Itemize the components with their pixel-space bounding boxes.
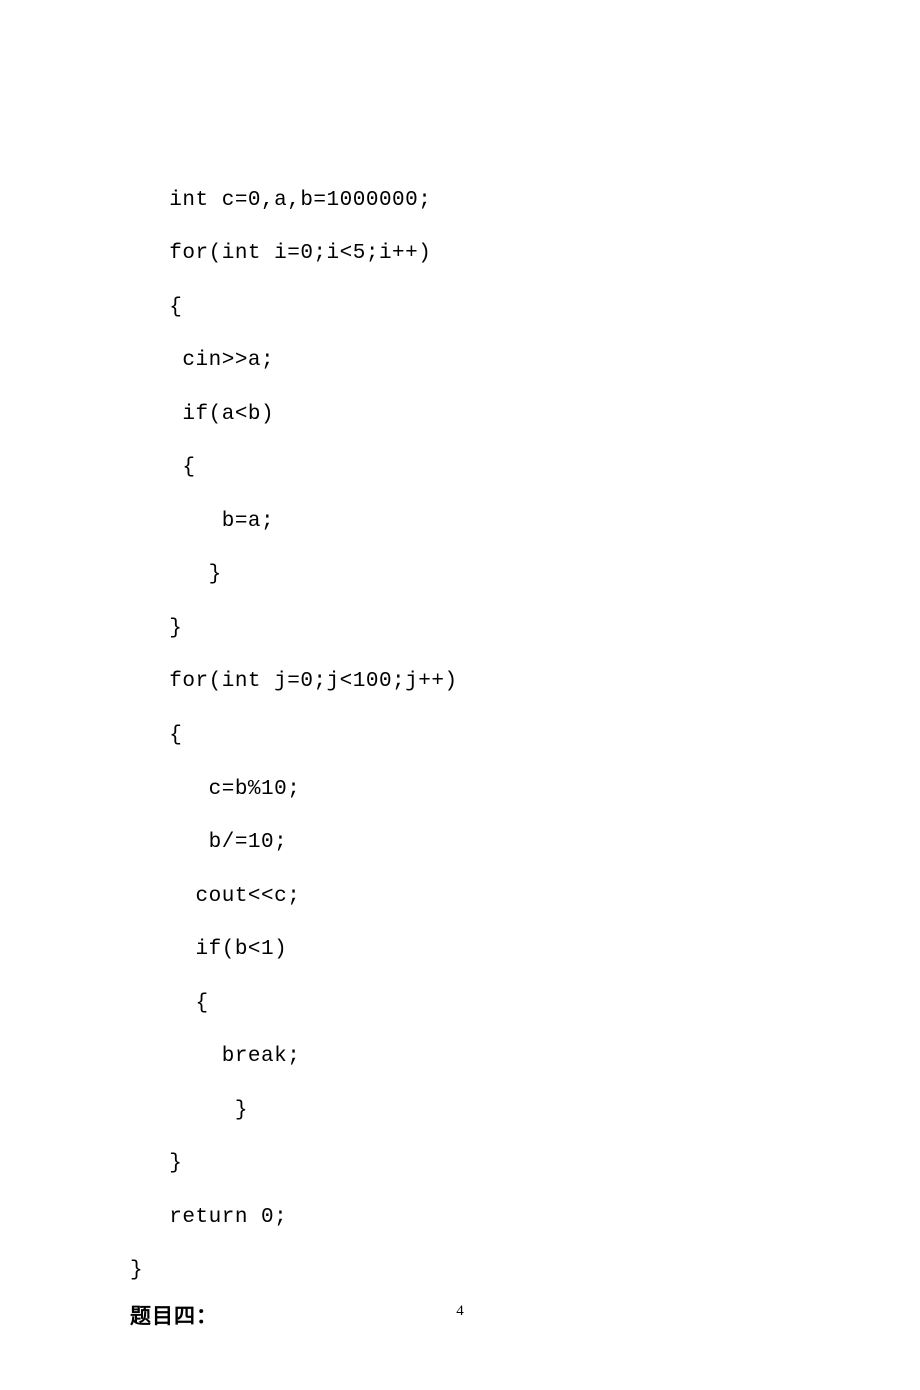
code-line: break; bbox=[130, 1045, 300, 1068]
code-line: if(b<1) bbox=[130, 938, 287, 961]
code-line: if(a<b) bbox=[130, 403, 274, 426]
code-line: cin>>a; bbox=[130, 349, 274, 372]
code-line: cout<<c; bbox=[130, 885, 300, 908]
code-line: int c=0,a,b=1000000; bbox=[130, 189, 431, 212]
code-line: { bbox=[130, 992, 209, 1015]
code-line: } bbox=[130, 617, 182, 640]
code-line: } bbox=[130, 563, 222, 586]
code-line: { bbox=[130, 724, 182, 747]
code-line: return 0; bbox=[130, 1206, 287, 1229]
document-page: int c=0,a,b=1000000; for(int i=0;i<5;i++… bbox=[0, 0, 920, 1390]
code-line: } bbox=[130, 1259, 143, 1282]
code-line: b/=10; bbox=[130, 831, 287, 854]
code-line: for(int j=0;j<100;j++) bbox=[130, 670, 458, 693]
code-line: } bbox=[130, 1099, 248, 1122]
code-line: { bbox=[130, 296, 182, 319]
code-line: b=a; bbox=[130, 510, 274, 533]
page-number: 4 bbox=[0, 1303, 920, 1320]
code-block: int c=0,a,b=1000000; for(int i=0;i<5;i++… bbox=[130, 120, 790, 1298]
code-line: for(int i=0;i<5;i++) bbox=[130, 242, 431, 265]
code-line: { bbox=[130, 456, 196, 479]
code-line: c=b%10; bbox=[130, 778, 300, 801]
code-line: } bbox=[130, 1152, 182, 1175]
